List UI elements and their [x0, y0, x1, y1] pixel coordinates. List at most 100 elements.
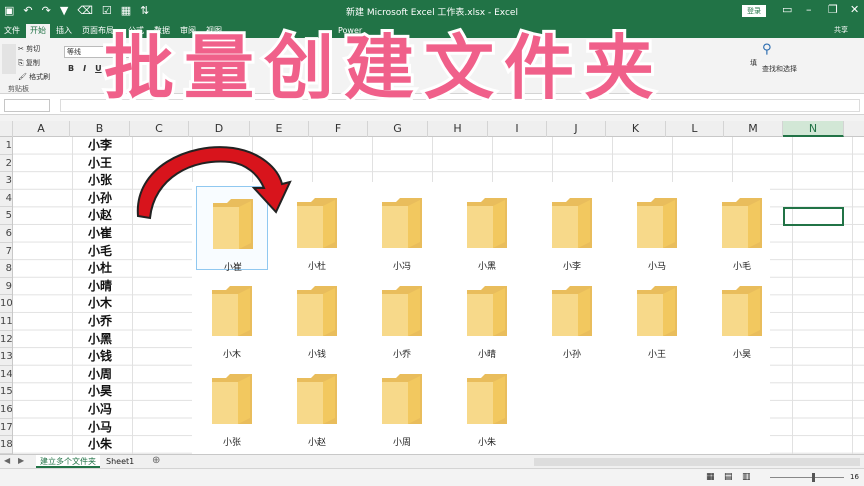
- row-header-10[interactable]: 10: [0, 295, 12, 313]
- cell-b14[interactable]: 小周: [74, 366, 126, 384]
- row-header-17[interactable]: 17: [0, 419, 12, 437]
- column-header-c[interactable]: C: [130, 121, 189, 137]
- share-button[interactable]: 共享: [834, 25, 848, 35]
- login-button[interactable]: 登录: [742, 5, 766, 17]
- cell-b10[interactable]: 小木: [74, 295, 126, 313]
- row-header-3[interactable]: 3: [0, 172, 12, 190]
- column-header-e[interactable]: E: [250, 121, 309, 137]
- row-header-9[interactable]: 9: [0, 278, 12, 296]
- folder-item[interactable]: 小乔: [366, 274, 438, 360]
- copy-button[interactable]: ⎘ 复制: [18, 56, 50, 70]
- column-header-k[interactable]: K: [606, 121, 666, 137]
- cut-button[interactable]: ✂ 剪切: [18, 42, 50, 56]
- page-layout-view-icon[interactable]: ▤: [724, 472, 733, 482]
- italic-button[interactable]: I: [83, 64, 86, 73]
- maximize-icon[interactable]: ❐: [828, 3, 838, 17]
- cell-b16[interactable]: 小冯: [74, 401, 126, 419]
- row-header-14[interactable]: 14: [0, 366, 12, 384]
- add-sheet-icon[interactable]: ⊕: [152, 455, 160, 466]
- folder-item[interactable]: 小赵: [281, 362, 353, 448]
- row-header-5[interactable]: 5: [0, 207, 12, 225]
- cell-b15[interactable]: 小昊: [74, 383, 126, 401]
- selected-cell[interactable]: [783, 207, 844, 226]
- select-all-corner[interactable]: [0, 121, 13, 137]
- row-header-16[interactable]: 16: [0, 401, 12, 419]
- ribbon-display-icon[interactable]: ▭: [782, 3, 792, 17]
- cell-b17[interactable]: 小马: [74, 419, 126, 437]
- cell-b4[interactable]: 小孙: [74, 190, 126, 208]
- column-header-h[interactable]: H: [428, 121, 488, 137]
- column-header-j[interactable]: J: [547, 121, 606, 137]
- horizontal-scrollbar[interactable]: [534, 458, 860, 466]
- cell-b2[interactable]: 小王: [74, 155, 126, 173]
- bold-button[interactable]: B: [68, 64, 74, 73]
- column-header-g[interactable]: G: [368, 121, 428, 137]
- column-header-l[interactable]: L: [666, 121, 724, 137]
- sheet-tab-active[interactable]: 建立多个文件夹: [36, 455, 100, 468]
- row-header-4[interactable]: 4: [0, 190, 12, 208]
- find-select-label[interactable]: 查找和选择: [762, 64, 797, 74]
- close-icon[interactable]: ✕: [850, 3, 859, 17]
- row-header-2[interactable]: 2: [0, 155, 12, 173]
- column-header-b[interactable]: B: [70, 121, 130, 137]
- folder-item[interactable]: 小晴: [451, 274, 523, 360]
- folder-item[interactable]: 小张: [196, 362, 268, 448]
- folder-item[interactable]: 小李: [536, 186, 608, 272]
- cell-b8[interactable]: 小杜: [74, 260, 126, 278]
- paste-button[interactable]: [2, 44, 16, 74]
- tab-insert[interactable]: 插入: [52, 24, 76, 38]
- folder-label: 小王: [647, 350, 666, 360]
- underline-button[interactable]: U: [95, 64, 102, 73]
- page-break-view-icon[interactable]: ▥: [742, 472, 751, 482]
- name-box[interactable]: [4, 99, 50, 112]
- search-icon[interactable]: ⚲: [762, 42, 772, 57]
- zoom-slider[interactable]: [770, 477, 844, 478]
- column-header-m[interactable]: M: [724, 121, 783, 137]
- format-painter-button[interactable]: 🖌 格式刷: [18, 70, 50, 84]
- cell-b5[interactable]: 小赵: [74, 207, 126, 225]
- row-header-11[interactable]: 11: [0, 313, 12, 331]
- column-header-d[interactable]: D: [189, 121, 250, 137]
- column-header-a[interactable]: A: [13, 121, 70, 137]
- row-header-12[interactable]: 12: [0, 331, 12, 349]
- cell-b3[interactable]: 小张: [74, 172, 126, 190]
- folder-item[interactable]: 小钱: [281, 274, 353, 360]
- fill-label[interactable]: 填: [750, 58, 757, 68]
- row-header-13[interactable]: 13: [0, 348, 12, 366]
- minimize-icon[interactable]: –: [806, 3, 812, 17]
- row-header-6[interactable]: 6: [0, 225, 12, 243]
- tab-file[interactable]: 文件: [0, 24, 24, 38]
- row-header-8[interactable]: 8: [0, 260, 12, 278]
- folder-item[interactable]: 小马: [621, 186, 693, 272]
- folder-item[interactable]: 小昊: [706, 274, 778, 360]
- folder-item[interactable]: 小冯: [366, 186, 438, 272]
- folder-item[interactable]: 小黑: [451, 186, 523, 272]
- cell-b9[interactable]: 小晴: [74, 278, 126, 296]
- folder-item[interactable]: 小孙: [536, 274, 608, 360]
- row-header-15[interactable]: 15: [0, 383, 12, 401]
- row-header-18[interactable]: 18: [0, 436, 12, 454]
- cell-b7[interactable]: 小毛: [74, 243, 126, 261]
- folder-item[interactable]: 小周: [366, 362, 438, 448]
- sheet-next-icon[interactable]: ▶: [18, 456, 24, 465]
- row-header-7[interactable]: 7: [0, 243, 12, 261]
- tab-home[interactable]: 开始: [26, 24, 50, 38]
- folder-item[interactable]: 小木: [196, 274, 268, 360]
- column-header-n[interactable]: N: [783, 121, 844, 137]
- cell-b12[interactable]: 小黑: [74, 331, 126, 349]
- cell-b1[interactable]: 小李: [74, 137, 126, 155]
- row-header-1[interactable]: 1: [0, 137, 12, 155]
- sheet-tab-sheet1[interactable]: Sheet1: [102, 455, 138, 468]
- cell-b13[interactable]: 小钱: [74, 348, 126, 366]
- cell-b6[interactable]: 小崔: [74, 225, 126, 243]
- cell-b11[interactable]: 小乔: [74, 313, 126, 331]
- normal-view-icon[interactable]: ▦: [706, 472, 715, 482]
- folder-item[interactable]: 小王: [621, 274, 693, 360]
- column-header-i[interactable]: I: [488, 121, 547, 137]
- zoom-slider-knob[interactable]: [812, 473, 815, 482]
- folder-item[interactable]: 小朱: [451, 362, 523, 448]
- cell-b18[interactable]: 小朱: [74, 436, 126, 454]
- folder-item[interactable]: 小毛: [706, 186, 778, 272]
- sheet-prev-icon[interactable]: ◀: [4, 456, 10, 465]
- column-header-f[interactable]: F: [309, 121, 368, 137]
